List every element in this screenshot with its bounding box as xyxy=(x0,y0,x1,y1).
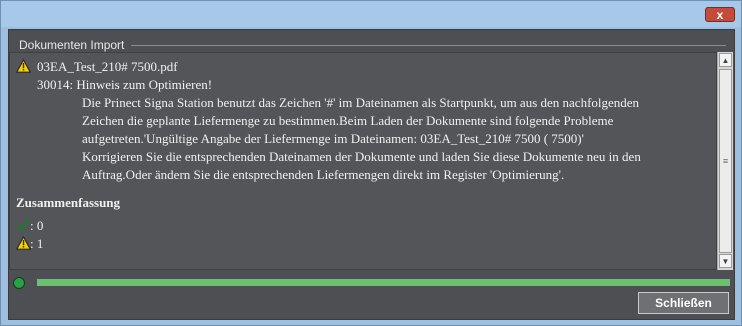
warning-icon xyxy=(16,59,31,73)
close-icon: x xyxy=(716,7,724,22)
detail-line-1: Die Prinect Signa Station benutzt das Ze… xyxy=(82,95,640,110)
warning-icon xyxy=(16,236,31,250)
window-close-button[interactable]: x xyxy=(705,7,735,22)
detail-line-2: Zeichen die geplante Liefermenge zu best… xyxy=(82,113,614,128)
scroll-thumb[interactable]: ≡ xyxy=(719,69,732,253)
group-divider xyxy=(131,45,726,46)
title-bar: x xyxy=(1,1,741,27)
progress-bar xyxy=(37,279,730,286)
checkmark-icon xyxy=(16,218,30,231)
group-title: Dokumenten Import xyxy=(19,38,125,52)
dialog-client-area: Dokumenten Import 03EA_Test_210# 7500.pd… xyxy=(8,29,735,320)
summary-warning-count: : 1 xyxy=(30,236,44,251)
message-panel: 03EA_Test_210# 7500.pdf 30014: Hinweis z… xyxy=(9,52,717,270)
file-name: 03EA_Test_210# 7500.pdf xyxy=(37,59,178,74)
message-code: 30014: Hinweis zum Optimieren! xyxy=(37,77,213,92)
summary-heading: Zusammenfassung xyxy=(16,195,121,210)
vertical-scrollbar[interactable]: ▲ ≡ ▼ xyxy=(717,52,733,270)
detail-line-4: Korrigieren Sie die entsprechenden Datei… xyxy=(82,149,641,164)
summary-ok-count: : 0 xyxy=(30,218,44,233)
progress-fill xyxy=(37,279,730,286)
scroll-up-button[interactable]: ▲ xyxy=(719,53,732,67)
detail-line-5: Auftrag.Oder ändern Sie die entsprechend… xyxy=(82,167,565,182)
close-dialog-button[interactable]: Schließen xyxy=(638,292,729,314)
detail-line-3: aufgetreten.'Ungültige Angabe der Liefer… xyxy=(82,131,584,146)
status-indicator xyxy=(13,277,25,289)
scroll-down-button[interactable]: ▼ xyxy=(719,254,732,268)
progress-row xyxy=(9,276,736,290)
dialog-window: x Dokumenten Import 03EA_Test_210# 7500.… xyxy=(0,0,742,326)
